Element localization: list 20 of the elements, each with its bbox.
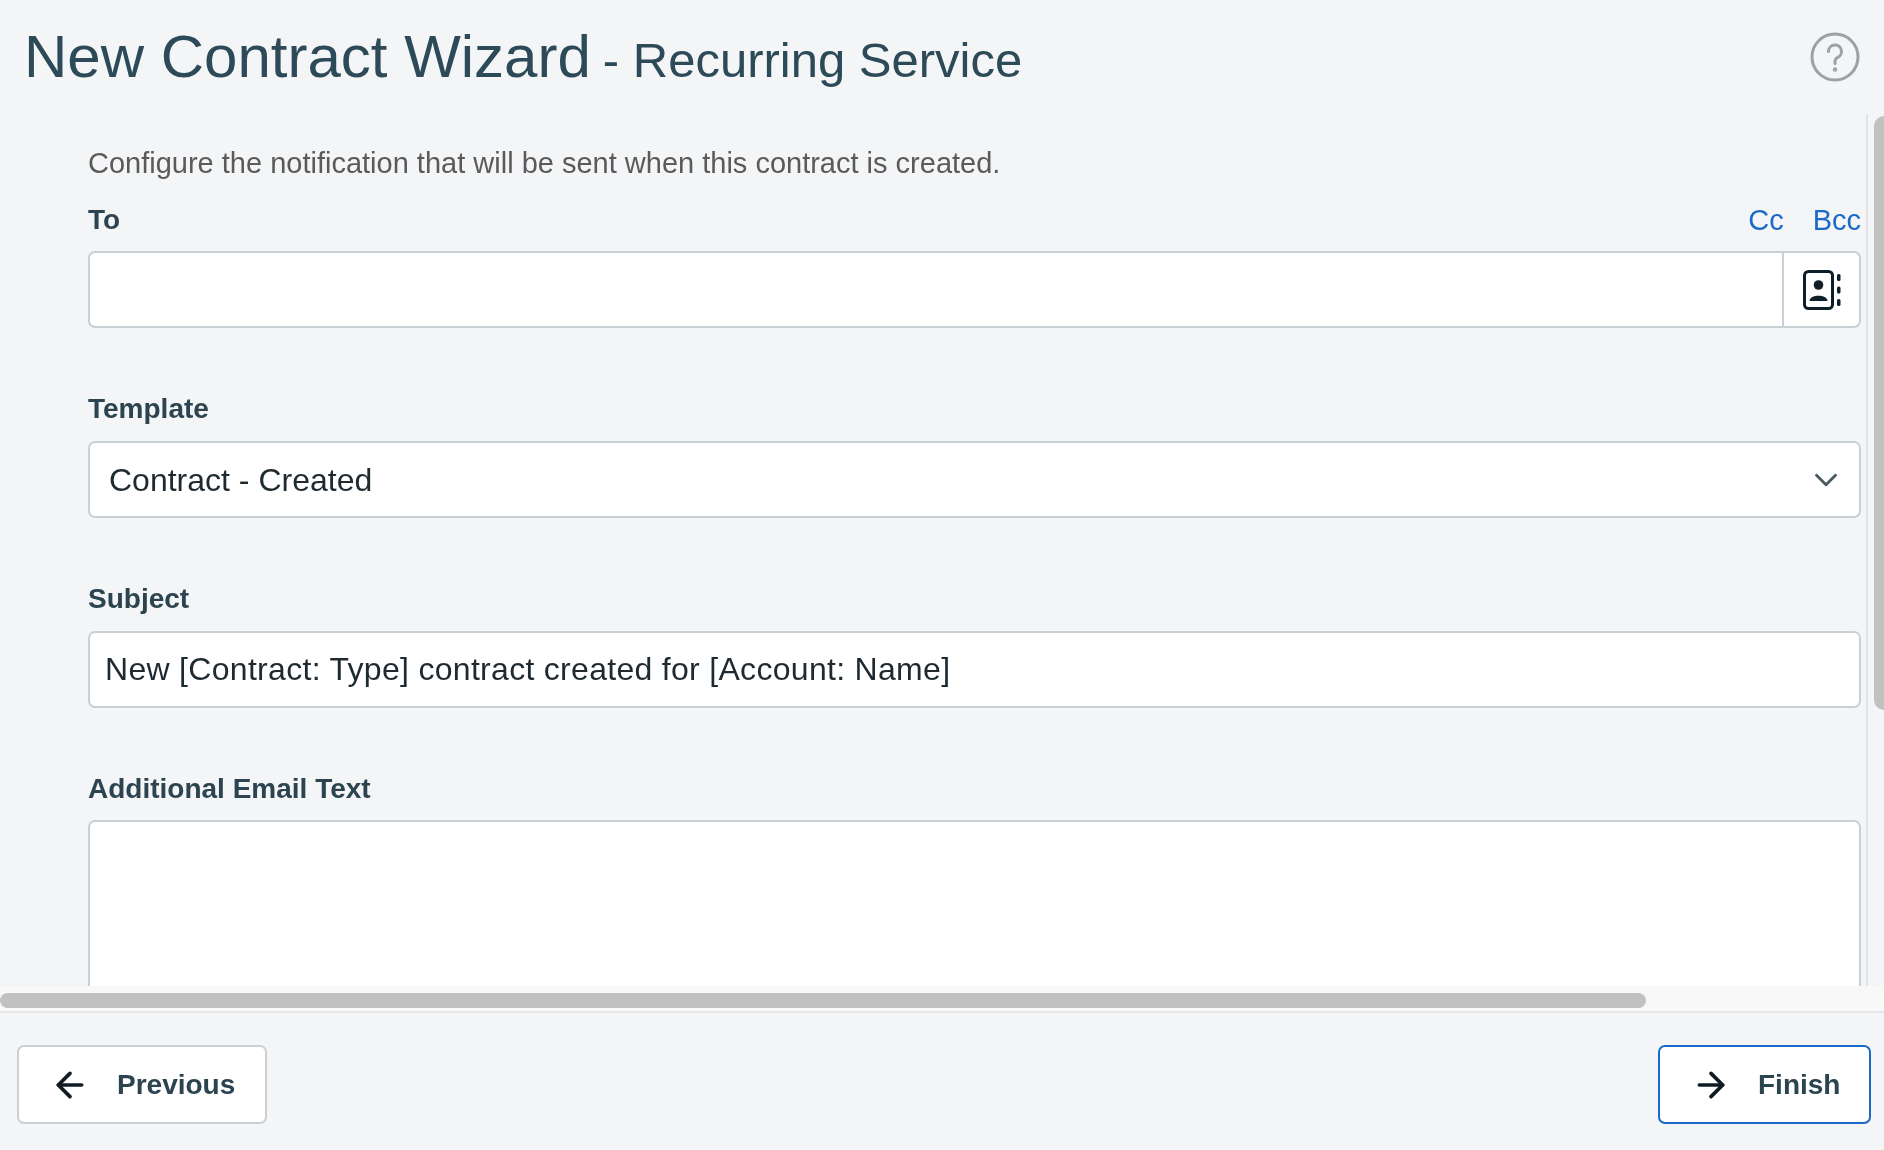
subject-field[interactable]: New [Contract: Type] contract created for [Account: Name] [88, 631, 1861, 708]
previous-button[interactable]: Previous [17, 1045, 267, 1124]
recipient-link[interactable]: Bcc [1812, 203, 1861, 237]
email-text-field[interactable] [88, 820, 1861, 986]
page-title: New Contract Wizard [24, 27, 591, 87]
address-book-button[interactable] [1784, 251, 1861, 328]
page-subtitle: - Recurring Service [602, 36, 1023, 85]
template-label: Template [88, 393, 209, 424]
to-label: To [88, 203, 121, 237]
help-icon[interactable] [1810, 32, 1860, 82]
template-select[interactable]: Contract - Created [88, 441, 1861, 518]
contact-book-icon [1802, 269, 1841, 310]
vertical-scrollbar[interactable] [1874, 116, 1884, 710]
recipient-link[interactable]: Cc [1748, 203, 1784, 237]
finish-button[interactable]: Finish [1658, 1045, 1871, 1124]
to-field[interactable] [88, 251, 1784, 328]
subject-label: Subject [88, 583, 190, 614]
instruction-text: Configure the notification that will be sent when this contract is created. [88, 146, 1002, 180]
horizontal-scrollbar[interactable] [0, 993, 1646, 1008]
email-text-label: Additional Email Text [88, 773, 371, 804]
